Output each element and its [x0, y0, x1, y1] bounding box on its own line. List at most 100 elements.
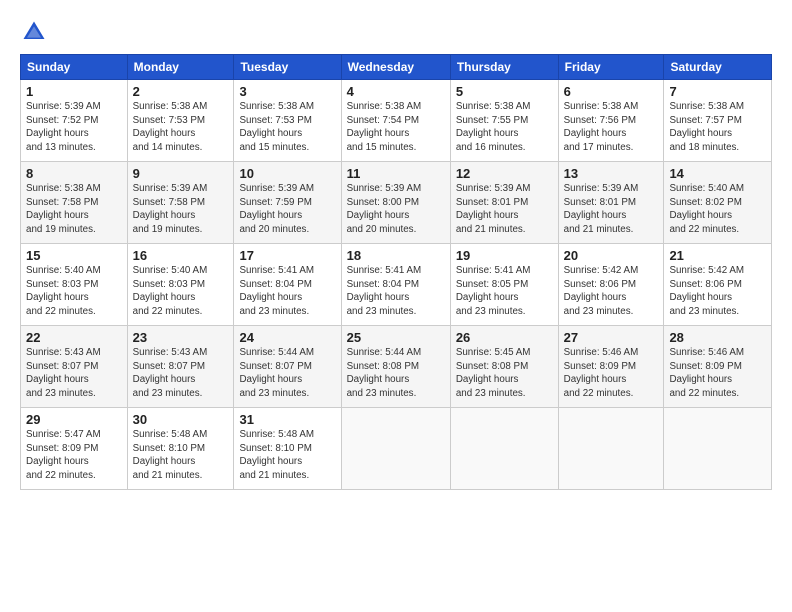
calendar-week-row: 29 Sunrise: 5:47 AM Sunset: 8:09 PM Dayl… — [21, 408, 772, 490]
weekday-header-cell: Saturday — [664, 55, 772, 80]
weekday-header-cell: Friday — [558, 55, 664, 80]
day-number: 31 — [239, 412, 335, 427]
day-info: Sunrise: 5:43 AM Sunset: 8:07 PM Dayligh… — [26, 346, 122, 401]
calendar-cell: 29 Sunrise: 5:47 AM Sunset: 8:09 PM Dayl… — [21, 408, 128, 490]
day-number: 18 — [347, 248, 445, 263]
day-number: 20 — [564, 248, 659, 263]
calendar-cell: 23 Sunrise: 5:43 AM Sunset: 8:07 PM Dayl… — [127, 326, 234, 408]
day-number: 3 — [239, 84, 335, 99]
day-number: 25 — [347, 330, 445, 345]
calendar-cell — [558, 408, 664, 490]
day-number: 17 — [239, 248, 335, 263]
calendar-cell — [450, 408, 558, 490]
day-info: Sunrise: 5:41 AM Sunset: 8:04 PM Dayligh… — [347, 264, 445, 319]
day-info: Sunrise: 5:38 AM Sunset: 7:53 PM Dayligh… — [133, 100, 229, 155]
day-info: Sunrise: 5:41 AM Sunset: 8:05 PM Dayligh… — [456, 264, 553, 319]
weekday-header-cell: Thursday — [450, 55, 558, 80]
day-number: 27 — [564, 330, 659, 345]
day-number: 21 — [669, 248, 766, 263]
day-number: 1 — [26, 84, 122, 99]
day-number: 9 — [133, 166, 229, 181]
day-info: Sunrise: 5:46 AM Sunset: 8:09 PM Dayligh… — [564, 346, 659, 401]
day-number: 19 — [456, 248, 553, 263]
calendar-cell: 12 Sunrise: 5:39 AM Sunset: 8:01 PM Dayl… — [450, 162, 558, 244]
day-number: 8 — [26, 166, 122, 181]
calendar-cell: 3 Sunrise: 5:38 AM Sunset: 7:53 PM Dayli… — [234, 80, 341, 162]
calendar-cell: 30 Sunrise: 5:48 AM Sunset: 8:10 PM Dayl… — [127, 408, 234, 490]
day-number: 22 — [26, 330, 122, 345]
calendar-cell: 20 Sunrise: 5:42 AM Sunset: 8:06 PM Dayl… — [558, 244, 664, 326]
day-number: 28 — [669, 330, 766, 345]
calendar-cell: 6 Sunrise: 5:38 AM Sunset: 7:56 PM Dayli… — [558, 80, 664, 162]
logo — [20, 18, 50, 46]
day-info: Sunrise: 5:40 AM Sunset: 8:02 PM Dayligh… — [669, 182, 766, 237]
day-info: Sunrise: 5:42 AM Sunset: 8:06 PM Dayligh… — [564, 264, 659, 319]
day-number: 4 — [347, 84, 445, 99]
day-info: Sunrise: 5:38 AM Sunset: 7:56 PM Dayligh… — [564, 100, 659, 155]
logo-icon — [20, 18, 48, 46]
day-info: Sunrise: 5:38 AM Sunset: 7:57 PM Dayligh… — [669, 100, 766, 155]
calendar-cell: 8 Sunrise: 5:38 AM Sunset: 7:58 PM Dayli… — [21, 162, 128, 244]
day-info: Sunrise: 5:39 AM Sunset: 7:52 PM Dayligh… — [26, 100, 122, 155]
calendar-cell: 28 Sunrise: 5:46 AM Sunset: 8:09 PM Dayl… — [664, 326, 772, 408]
calendar-cell — [341, 408, 450, 490]
day-number: 11 — [347, 166, 445, 181]
calendar-cell: 27 Sunrise: 5:46 AM Sunset: 8:09 PM Dayl… — [558, 326, 664, 408]
day-info: Sunrise: 5:44 AM Sunset: 8:08 PM Dayligh… — [347, 346, 445, 401]
day-info: Sunrise: 5:39 AM Sunset: 7:59 PM Dayligh… — [239, 182, 335, 237]
day-number: 23 — [133, 330, 229, 345]
weekday-header-cell: Wednesday — [341, 55, 450, 80]
day-number: 30 — [133, 412, 229, 427]
weekday-header-cell: Tuesday — [234, 55, 341, 80]
day-number: 12 — [456, 166, 553, 181]
day-info: Sunrise: 5:40 AM Sunset: 8:03 PM Dayligh… — [26, 264, 122, 319]
calendar-cell: 25 Sunrise: 5:44 AM Sunset: 8:08 PM Dayl… — [341, 326, 450, 408]
calendar-cell: 9 Sunrise: 5:39 AM Sunset: 7:58 PM Dayli… — [127, 162, 234, 244]
day-info: Sunrise: 5:39 AM Sunset: 7:58 PM Dayligh… — [133, 182, 229, 237]
day-number: 7 — [669, 84, 766, 99]
day-info: Sunrise: 5:46 AM Sunset: 8:09 PM Dayligh… — [669, 346, 766, 401]
day-info: Sunrise: 5:39 AM Sunset: 8:01 PM Dayligh… — [564, 182, 659, 237]
day-number: 14 — [669, 166, 766, 181]
calendar-cell: 18 Sunrise: 5:41 AM Sunset: 8:04 PM Dayl… — [341, 244, 450, 326]
calendar-cell: 10 Sunrise: 5:39 AM Sunset: 7:59 PM Dayl… — [234, 162, 341, 244]
day-info: Sunrise: 5:42 AM Sunset: 8:06 PM Dayligh… — [669, 264, 766, 319]
calendar-week-row: 22 Sunrise: 5:43 AM Sunset: 8:07 PM Dayl… — [21, 326, 772, 408]
day-info: Sunrise: 5:48 AM Sunset: 8:10 PM Dayligh… — [133, 428, 229, 483]
calendar-cell: 4 Sunrise: 5:38 AM Sunset: 7:54 PM Dayli… — [341, 80, 450, 162]
calendar-cell: 7 Sunrise: 5:38 AM Sunset: 7:57 PM Dayli… — [664, 80, 772, 162]
day-number: 24 — [239, 330, 335, 345]
header-area — [20, 18, 772, 46]
calendar-week-row: 1 Sunrise: 5:39 AM Sunset: 7:52 PM Dayli… — [21, 80, 772, 162]
calendar-week-row: 8 Sunrise: 5:38 AM Sunset: 7:58 PM Dayli… — [21, 162, 772, 244]
calendar-cell: 31 Sunrise: 5:48 AM Sunset: 8:10 PM Dayl… — [234, 408, 341, 490]
day-info: Sunrise: 5:48 AM Sunset: 8:10 PM Dayligh… — [239, 428, 335, 483]
day-number: 16 — [133, 248, 229, 263]
calendar-cell: 19 Sunrise: 5:41 AM Sunset: 8:05 PM Dayl… — [450, 244, 558, 326]
day-info: Sunrise: 5:43 AM Sunset: 8:07 PM Dayligh… — [133, 346, 229, 401]
calendar-cell: 21 Sunrise: 5:42 AM Sunset: 8:06 PM Dayl… — [664, 244, 772, 326]
day-number: 5 — [456, 84, 553, 99]
day-info: Sunrise: 5:39 AM Sunset: 8:01 PM Dayligh… — [456, 182, 553, 237]
calendar-cell: 1 Sunrise: 5:39 AM Sunset: 7:52 PM Dayli… — [21, 80, 128, 162]
calendar-cell: 13 Sunrise: 5:39 AM Sunset: 8:01 PM Dayl… — [558, 162, 664, 244]
calendar-cell: 24 Sunrise: 5:44 AM Sunset: 8:07 PM Dayl… — [234, 326, 341, 408]
day-info: Sunrise: 5:39 AM Sunset: 8:00 PM Dayligh… — [347, 182, 445, 237]
day-info: Sunrise: 5:41 AM Sunset: 8:04 PM Dayligh… — [239, 264, 335, 319]
day-number: 10 — [239, 166, 335, 181]
calendar-cell: 14 Sunrise: 5:40 AM Sunset: 8:02 PM Dayl… — [664, 162, 772, 244]
day-info: Sunrise: 5:38 AM Sunset: 7:58 PM Dayligh… — [26, 182, 122, 237]
calendar-cell: 5 Sunrise: 5:38 AM Sunset: 7:55 PM Dayli… — [450, 80, 558, 162]
day-info: Sunrise: 5:45 AM Sunset: 8:08 PM Dayligh… — [456, 346, 553, 401]
calendar-cell: 16 Sunrise: 5:40 AM Sunset: 8:03 PM Dayl… — [127, 244, 234, 326]
weekday-header-cell: Monday — [127, 55, 234, 80]
day-info: Sunrise: 5:38 AM Sunset: 7:54 PM Dayligh… — [347, 100, 445, 155]
calendar: SundayMondayTuesdayWednesdayThursdayFrid… — [20, 54, 772, 490]
weekday-header: SundayMondayTuesdayWednesdayThursdayFrid… — [21, 55, 772, 80]
weekday-header-cell: Sunday — [21, 55, 128, 80]
calendar-cell: 17 Sunrise: 5:41 AM Sunset: 8:04 PM Dayl… — [234, 244, 341, 326]
day-info: Sunrise: 5:47 AM Sunset: 8:09 PM Dayligh… — [26, 428, 122, 483]
day-info: Sunrise: 5:40 AM Sunset: 8:03 PM Dayligh… — [133, 264, 229, 319]
calendar-cell: 22 Sunrise: 5:43 AM Sunset: 8:07 PM Dayl… — [21, 326, 128, 408]
day-number: 29 — [26, 412, 122, 427]
